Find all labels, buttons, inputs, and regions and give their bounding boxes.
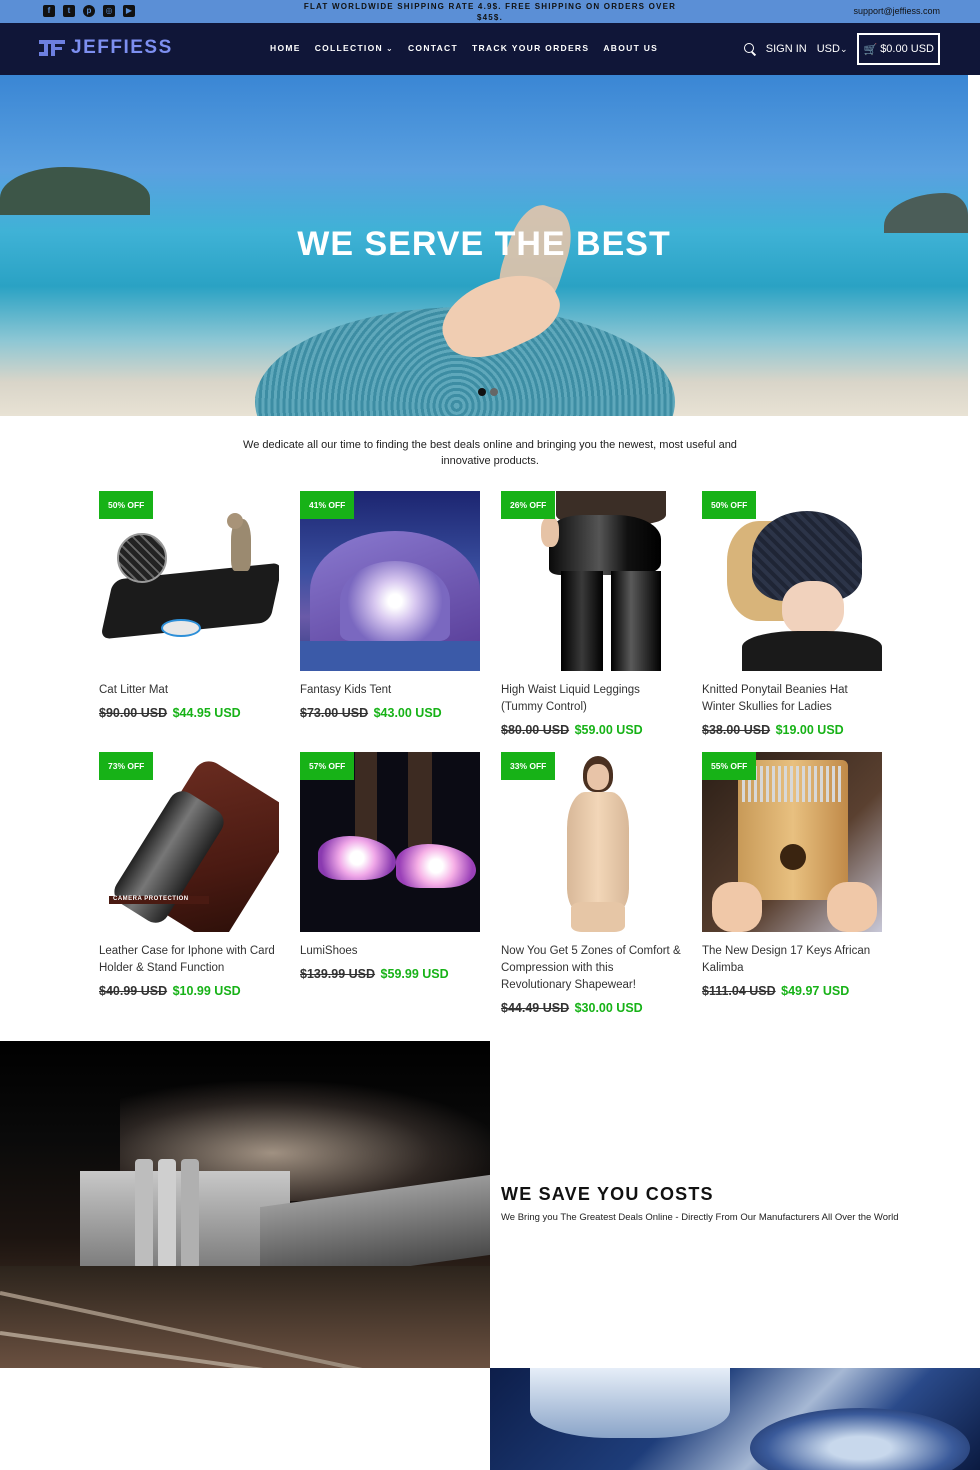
factory-image bbox=[0, 1041, 490, 1368]
product-prices: $139.99 USD $59.99 USD bbox=[300, 967, 480, 981]
original-price: $38.00 USD bbox=[702, 723, 771, 737]
slider-dot[interactable] bbox=[478, 388, 486, 396]
sale-price: $59.99 USD bbox=[380, 967, 449, 981]
product-prices: $40.99 USD $10.99 USD bbox=[99, 984, 279, 998]
logo-mark-icon bbox=[39, 37, 65, 59]
product-image[interactable]: 33% OFF bbox=[501, 752, 681, 932]
hero-title: WE SERVE THE BEST bbox=[297, 225, 671, 263]
product-image[interactable]: 50% OFF bbox=[702, 491, 882, 671]
pinterest-icon[interactable]: p bbox=[83, 5, 95, 17]
product-prices: $80.00 USD $59.00 USD bbox=[501, 723, 681, 737]
nav-contact[interactable]: CONTACT bbox=[408, 43, 458, 53]
main-nav: HOME COLLECTION ⌄ CONTACT TRACK YOUR ORDE… bbox=[270, 43, 658, 53]
sale-price: $59.00 USD bbox=[574, 723, 643, 737]
product-card[interactable]: 73% OFF CAMERA PROTECTION Leather Case f… bbox=[99, 752, 279, 998]
feature-title: WE SAVE YOU COSTS bbox=[501, 1184, 714, 1204]
product-title[interactable]: LumiShoes bbox=[300, 943, 480, 960]
product-title[interactable]: Cat Litter Mat bbox=[99, 682, 279, 699]
discount-badge: 57% OFF bbox=[300, 752, 355, 780]
product-image[interactable]: 50% OFF bbox=[99, 491, 279, 671]
sale-price: $10.99 USD bbox=[172, 984, 241, 998]
original-price: $44.49 USD bbox=[501, 1001, 570, 1015]
instagram-icon[interactable]: ◎ bbox=[103, 5, 115, 17]
chevron-down-icon: ⌄ bbox=[839, 44, 848, 54]
product-title[interactable]: The New Design 17 Keys African Kalimba bbox=[702, 943, 882, 977]
feature-subtitle: We Bring you The Greatest Deals Online -… bbox=[501, 1212, 899, 1223]
product-image[interactable]: 55% OFF bbox=[702, 752, 882, 932]
original-price: $73.00 USD bbox=[300, 706, 369, 720]
product-prices: $44.49 USD $30.00 USD bbox=[501, 1001, 681, 1015]
image-caption: CAMERA PROTECTION bbox=[113, 896, 189, 902]
product-title[interactable]: High Waist Liquid Leggings (Tummy Contro… bbox=[501, 682, 681, 716]
sale-price: $43.00 USD bbox=[373, 706, 442, 720]
slider-dot[interactable] bbox=[490, 388, 498, 396]
youtube-icon[interactable]: ▶ bbox=[123, 5, 135, 17]
header-actions: SIGN IN USD⌄ 🛒 $0.00 USD bbox=[743, 33, 940, 65]
logo[interactable]: JEFFIESS bbox=[39, 37, 173, 59]
microscope-image bbox=[490, 1368, 980, 1470]
slider-dots bbox=[478, 388, 498, 396]
product-title[interactable]: Knitted Ponytail Beanies Hat Winter Skul… bbox=[702, 682, 882, 716]
sale-price: $44.95 USD bbox=[172, 706, 241, 720]
sign-in-link[interactable]: SIGN IN bbox=[766, 43, 807, 55]
original-price: $139.99 USD bbox=[300, 967, 376, 981]
product-title[interactable]: Now You Get 5 Zones of Comfort & Compres… bbox=[501, 943, 681, 994]
facebook-icon[interactable]: f bbox=[43, 5, 55, 17]
discount-badge: 55% OFF bbox=[702, 752, 757, 780]
discount-badge: 73% OFF bbox=[99, 752, 154, 780]
hero-banner[interactable]: WE SERVE THE BEST bbox=[0, 75, 968, 416]
brand-name: JEFFIESS bbox=[71, 37, 173, 58]
shipping-announcement: FLAT WORLDWIDE SHIPPING RATE 4.9$. FREE … bbox=[303, 2, 677, 22]
currency-value: USD bbox=[816, 43, 840, 55]
sale-price: $19.00 USD bbox=[775, 723, 844, 737]
product-card[interactable]: 57% OFF LumiShoes $139.99 USD $59.99 USD bbox=[300, 752, 480, 981]
sale-price: $30.00 USD bbox=[574, 1001, 643, 1015]
product-card[interactable]: 33% OFF Now You Get 5 Zones of Comfort &… bbox=[501, 752, 681, 1015]
product-card[interactable]: 50% OFF Cat Litter Mat $90.00 USD $44.95… bbox=[99, 491, 279, 720]
product-title[interactable]: Leather Case for Iphone with Card Holder… bbox=[99, 943, 279, 977]
search-icon[interactable] bbox=[743, 43, 756, 55]
announcement-bar: f t p ◎ ▶ FLAT WORLDWIDE SHIPPING RATE 4… bbox=[0, 0, 980, 23]
product-image[interactable]: 73% OFF CAMERA PROTECTION bbox=[99, 752, 279, 932]
discount-badge: 33% OFF bbox=[501, 752, 556, 780]
site-header: JEFFIESS HOME COLLECTION ⌄ CONTACT TRACK … bbox=[0, 23, 980, 75]
cart-icon: 🛒 bbox=[863, 43, 878, 56]
product-title[interactable]: Fantasy Kids Tent bbox=[300, 682, 480, 699]
sale-price: $49.97 USD bbox=[781, 984, 850, 998]
product-prices: $111.04 USD $49.97 USD bbox=[702, 984, 882, 998]
product-card[interactable]: 26% OFF High Waist Liquid Leggings (Tumm… bbox=[501, 491, 681, 737]
product-image[interactable]: 41% OFF bbox=[300, 491, 480, 671]
discount-badge: 50% OFF bbox=[99, 491, 154, 519]
currency-selector[interactable]: USD⌄ bbox=[817, 43, 848, 55]
intro-text: We dedicate all our time to finding the … bbox=[243, 439, 737, 467]
product-card[interactable]: 55% OFF The New Design 17 Keys African K… bbox=[702, 752, 882, 998]
social-links: f t p ◎ ▶ bbox=[43, 5, 135, 17]
original-price: $40.99 USD bbox=[99, 984, 168, 998]
product-prices: $90.00 USD $44.95 USD bbox=[99, 706, 279, 720]
hero-image-island-left bbox=[0, 167, 150, 215]
product-prices: $73.00 USD $43.00 USD bbox=[300, 706, 480, 720]
twitter-icon[interactable]: t bbox=[63, 5, 75, 17]
nav-collection-label: COLLECTION bbox=[314, 43, 383, 53]
nav-about-us[interactable]: ABOUT US bbox=[603, 43, 658, 53]
product-card[interactable]: 41% OFF Fantasy Kids Tent $73.00 USD $43… bbox=[300, 491, 480, 720]
nav-home[interactable]: HOME bbox=[270, 43, 301, 53]
product-image[interactable]: 26% OFF bbox=[501, 491, 681, 671]
original-price: $90.00 USD bbox=[99, 706, 168, 720]
nav-collection[interactable]: COLLECTION ⌄ bbox=[315, 43, 394, 53]
nav-track-orders[interactable]: TRACK YOUR ORDERS bbox=[472, 43, 589, 53]
product-prices: $38.00 USD $19.00 USD bbox=[702, 723, 882, 737]
chevron-down-icon: ⌄ bbox=[385, 44, 394, 53]
discount-badge: 41% OFF bbox=[300, 491, 355, 519]
cart-button[interactable]: 🛒 $0.00 USD bbox=[857, 33, 940, 65]
original-price: $111.04 USD bbox=[702, 984, 776, 998]
original-price: $80.00 USD bbox=[501, 723, 570, 737]
support-email-link[interactable]: support@jeffiess.com bbox=[853, 6, 940, 16]
discount-badge: 50% OFF bbox=[702, 491, 757, 519]
discount-badge: 26% OFF bbox=[501, 491, 556, 519]
product-card[interactable]: 50% OFF Knitted Ponytail Beanies Hat Win… bbox=[702, 491, 882, 737]
cart-total: $0.00 USD bbox=[880, 43, 934, 55]
product-image[interactable]: 57% OFF bbox=[300, 752, 480, 932]
